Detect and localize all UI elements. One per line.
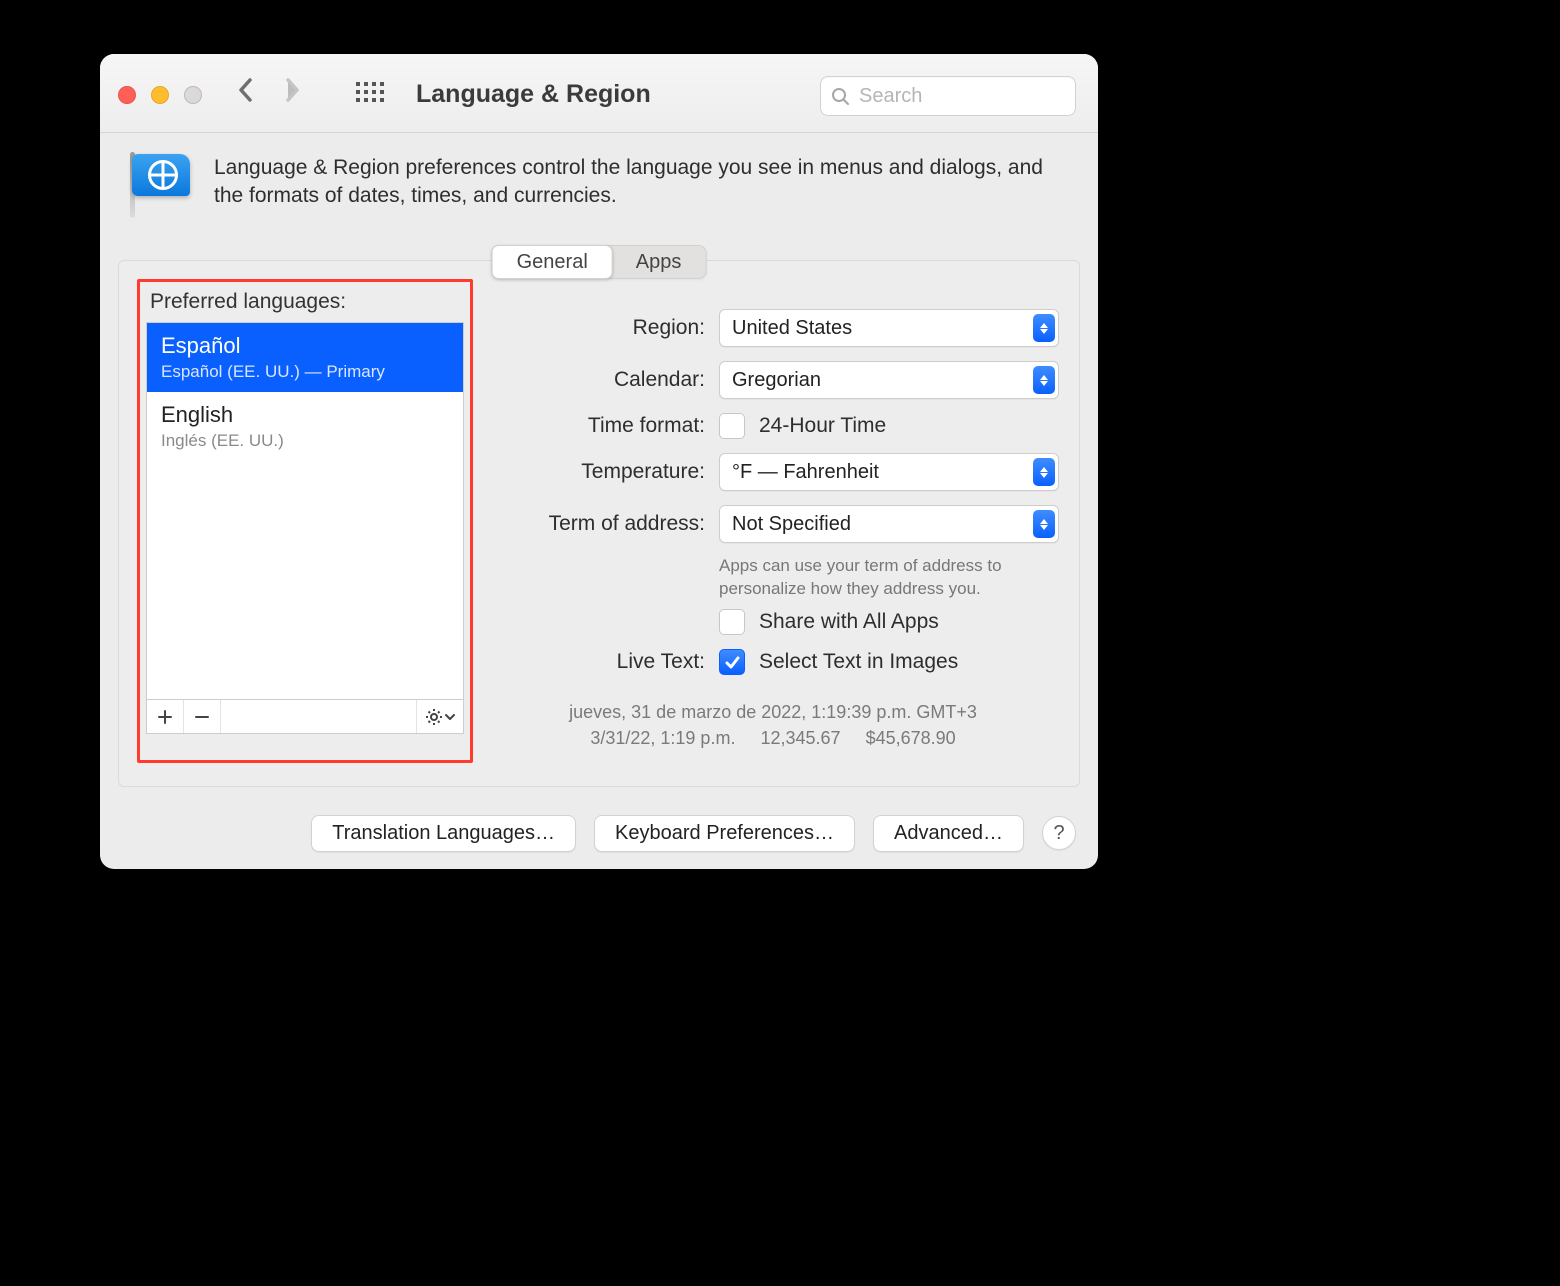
calendar-label: Calendar: (497, 368, 705, 392)
list-item[interactable]: Español Español (EE. UU.) — Primary (147, 323, 463, 392)
show-all-prefs-button[interactable] (356, 82, 384, 102)
list-item[interactable]: English Inglés (EE. UU.) (147, 392, 463, 461)
languages-toolbar (146, 700, 464, 734)
language-name: English (161, 402, 449, 428)
preferred-languages-heading: Preferred languages: (146, 288, 464, 322)
tab-selector: General Apps (492, 245, 707, 279)
temperature-label: Temperature: (497, 460, 705, 484)
pane-description: Language & Region preferences control th… (214, 150, 1064, 211)
back-button[interactable] (238, 78, 254, 102)
temperature-popup[interactable]: °F — Fahrenheit (719, 453, 1059, 491)
help-button[interactable]: ? (1042, 816, 1076, 850)
live-text-checkbox[interactable] (719, 649, 745, 675)
sample-number: 12,345.67 (760, 728, 840, 748)
format-samples: jueves, 31 de marzo de 2022, 1:19:39 p.m… (497, 699, 1049, 751)
term-label: Term of address: (497, 512, 705, 536)
region-value: United States (732, 317, 852, 340)
language-detail: Inglés (EE. UU.) (161, 431, 449, 451)
share-all-apps-label: Share with All Apps (759, 610, 939, 634)
window-title: Language & Region (416, 80, 651, 109)
keyboard-preferences-button[interactable]: Keyboard Preferences… (594, 815, 855, 852)
search-field[interactable] (820, 76, 1076, 116)
chevron-down-icon (445, 712, 455, 722)
tab-general[interactable]: General (492, 245, 613, 279)
footer-buttons: Translation Languages… Keyboard Preferen… (100, 797, 1098, 869)
calendar-value: Gregorian (732, 369, 821, 392)
remove-language-button[interactable] (184, 700, 221, 733)
forward-button[interactable] (284, 78, 300, 102)
term-popup[interactable]: Not Specified (719, 505, 1059, 543)
term-hint: Apps can use your term of address to per… (719, 555, 1039, 601)
minimize-window-button[interactable] (151, 86, 169, 104)
title-bar: Language & Region (100, 54, 1098, 133)
advanced-button[interactable]: Advanced… (873, 815, 1024, 852)
sample-short-date: 3/31/22, 1:19 p.m. (590, 728, 735, 748)
minus-icon (194, 709, 210, 725)
settings-form: Region: United States Calendar: Gregoria… (497, 309, 1059, 751)
popup-stepper-icon (1033, 510, 1055, 538)
translation-languages-button[interactable]: Translation Languages… (311, 815, 576, 852)
preferred-languages-list[interactable]: Español Español (EE. UU.) — Primary Engl… (146, 322, 464, 700)
window-controls (118, 86, 202, 104)
calendar-popup[interactable]: Gregorian (719, 361, 1059, 399)
popup-stepper-icon (1033, 366, 1055, 394)
term-value: Not Specified (732, 513, 851, 536)
share-all-apps-checkbox[interactable] (719, 609, 745, 635)
24-hour-checkbox[interactable] (719, 413, 745, 439)
close-window-button[interactable] (118, 86, 136, 104)
gear-icon (425, 708, 443, 726)
live-text-option-label: Select Text in Images (759, 650, 958, 674)
checkmark-icon (724, 654, 740, 670)
popup-stepper-icon (1033, 458, 1055, 486)
preferred-languages-panel: Preferred languages: Español Español (EE… (137, 279, 473, 763)
temperature-value: °F — Fahrenheit (732, 461, 879, 484)
preferences-window: Language & Region Language & Region pref… (100, 54, 1098, 869)
plus-icon (157, 709, 173, 725)
tab-apps[interactable]: Apps (612, 246, 706, 278)
sample-currency: $45,678.90 (866, 728, 956, 748)
add-language-button[interactable] (147, 700, 184, 733)
language-actions-menu[interactable] (417, 700, 463, 733)
region-popup[interactable]: United States (719, 309, 1059, 347)
time-format-label: Time format: (497, 414, 705, 438)
live-text-label: Live Text: (497, 650, 705, 674)
language-name: Español (161, 333, 449, 359)
search-input[interactable] (857, 84, 1065, 109)
24-hour-option-label: 24-Hour Time (759, 414, 886, 438)
language-detail: Español (EE. UU.) — Primary (161, 362, 449, 382)
search-icon (831, 87, 849, 105)
lang-region-icon (124, 150, 196, 222)
zoom-window-button[interactable] (184, 86, 202, 104)
region-label: Region: (497, 316, 705, 340)
popup-stepper-icon (1033, 314, 1055, 342)
sample-long-date: jueves, 31 de marzo de 2022, 1:19:39 p.m… (497, 699, 1049, 725)
content-pane: General Apps Preferred languages: Españo… (118, 260, 1080, 787)
